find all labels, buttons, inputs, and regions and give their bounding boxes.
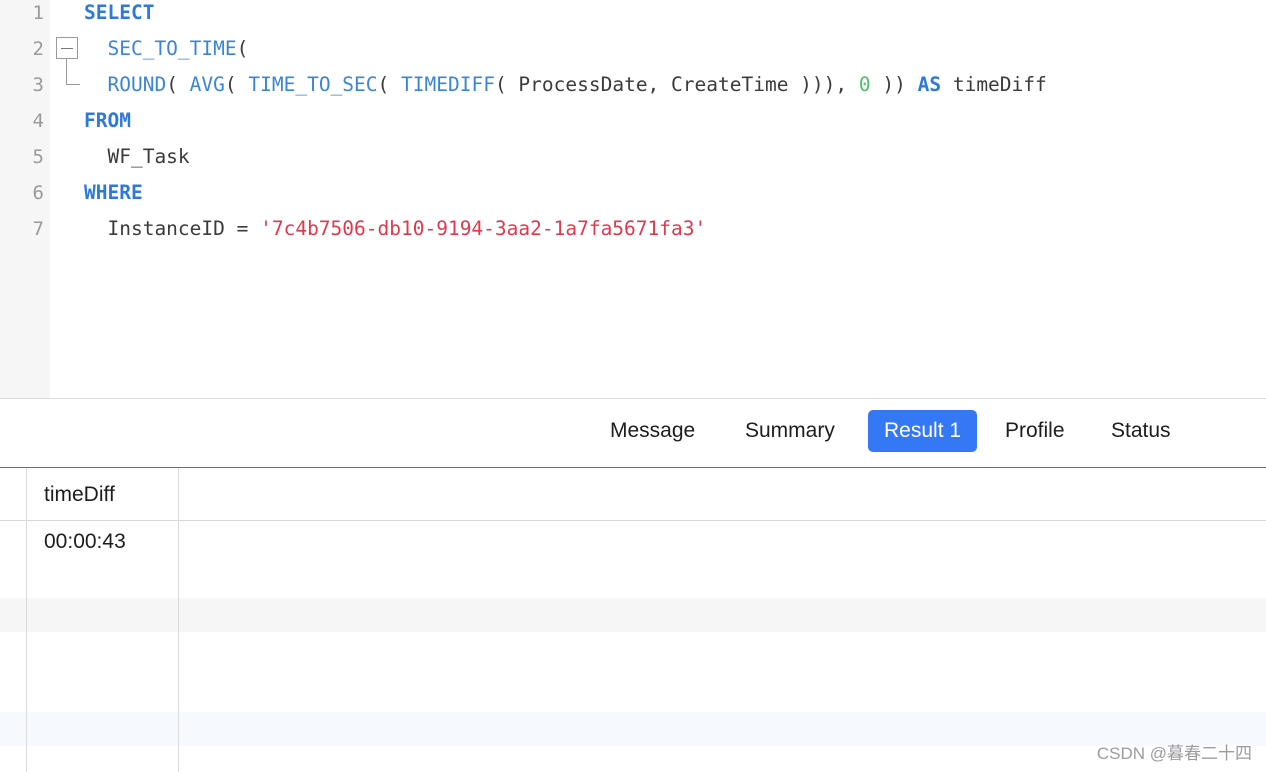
code-token-fn: TIME_TO_SEC — [248, 73, 378, 96]
code-token: )) — [870, 73, 918, 96]
code-token-fn: AVG — [189, 73, 225, 96]
code-line-7[interactable]: InstanceID = '7c4b7506-db10-9194-3aa2-1a… — [84, 216, 706, 242]
empty-row — [0, 598, 1266, 632]
line-number: 2 — [32, 38, 44, 60]
result-tab-bar: Message Summary Result 1 Profile Status — [0, 398, 1266, 468]
code-token-str: '7c4b7506-db10-9194-3aa2-1a7fa5671fa3' — [260, 217, 707, 240]
code-line-6[interactable]: WHERE — [84, 180, 143, 206]
code-token-fn: TIMEDIFF — [401, 73, 495, 96]
results-grid[interactable]: timeDiff 00:00:43 CSDN @暮春二十四 — [0, 468, 1266, 772]
line-number: 7 — [32, 218, 44, 240]
column-divider — [178, 468, 179, 772]
row-indicator-divider — [26, 468, 27, 772]
code-line-4[interactable]: FROM — [84, 108, 131, 134]
code-token-kw: AS — [917, 73, 942, 96]
tab-result-1[interactable]: Result 1 — [868, 410, 978, 452]
line-number: 1 — [32, 2, 44, 24]
line-number: 4 — [32, 110, 44, 132]
code-token-fn: SEC_TO_TIME — [107, 37, 237, 60]
code-token-kw: WHERE — [84, 181, 143, 204]
empty-row — [0, 712, 1266, 746]
code-token: ( — [224, 73, 249, 96]
code-token: ( — [377, 73, 402, 96]
fold-guide-end — [66, 84, 80, 85]
code-token-fn: ROUND — [107, 73, 167, 96]
tab-profile[interactable]: Profile — [989, 410, 1081, 452]
code-line-2[interactable]: SEC_TO_TIME( — [84, 36, 248, 62]
table-cell-timediff[interactable]: 00:00:43 — [44, 526, 126, 558]
code-token-num: 0 — [858, 73, 871, 96]
code-token: timeDiff — [941, 73, 1047, 96]
line-number-gutter: 1 2 3 4 5 6 7 — [0, 0, 50, 398]
code-line-1[interactable]: SELECT — [84, 0, 154, 26]
watermark: CSDN @暮春二十四 — [1096, 744, 1252, 763]
tab-message[interactable]: Message — [594, 410, 711, 452]
code-token-kw: SELECT — [84, 1, 155, 24]
sql-editor[interactable]: 1 2 3 4 5 6 7 SELECT SEC_TO_TIME( ROUND(… — [0, 0, 1266, 398]
code-token: InstanceID = — [84, 217, 261, 240]
code-token: ( — [166, 73, 190, 96]
tab-summary[interactable]: Summary — [729, 410, 851, 452]
code-line-3[interactable]: ROUND( AVG( TIME_TO_SEC( TIMEDIFF( Proce… — [84, 72, 1047, 98]
code-token-kw: FROM — [84, 109, 131, 132]
column-header-timediff[interactable]: timeDiff — [44, 468, 115, 521]
line-number: 5 — [32, 146, 44, 168]
line-number: 6 — [32, 182, 44, 204]
grid-header-row: timeDiff — [0, 468, 1266, 521]
tab-status[interactable]: Status — [1095, 410, 1187, 452]
code-token: ( — [236, 37, 249, 60]
fold-toggle-icon[interactable] — [56, 37, 78, 59]
line-number: 3 — [32, 74, 44, 96]
code-token: ( ProcessDate, CreateTime ))), — [494, 73, 859, 96]
fold-guide — [66, 59, 67, 85]
code-token: WF_Task — [84, 145, 190, 168]
code-line-5[interactable]: WF_Task — [84, 144, 190, 170]
